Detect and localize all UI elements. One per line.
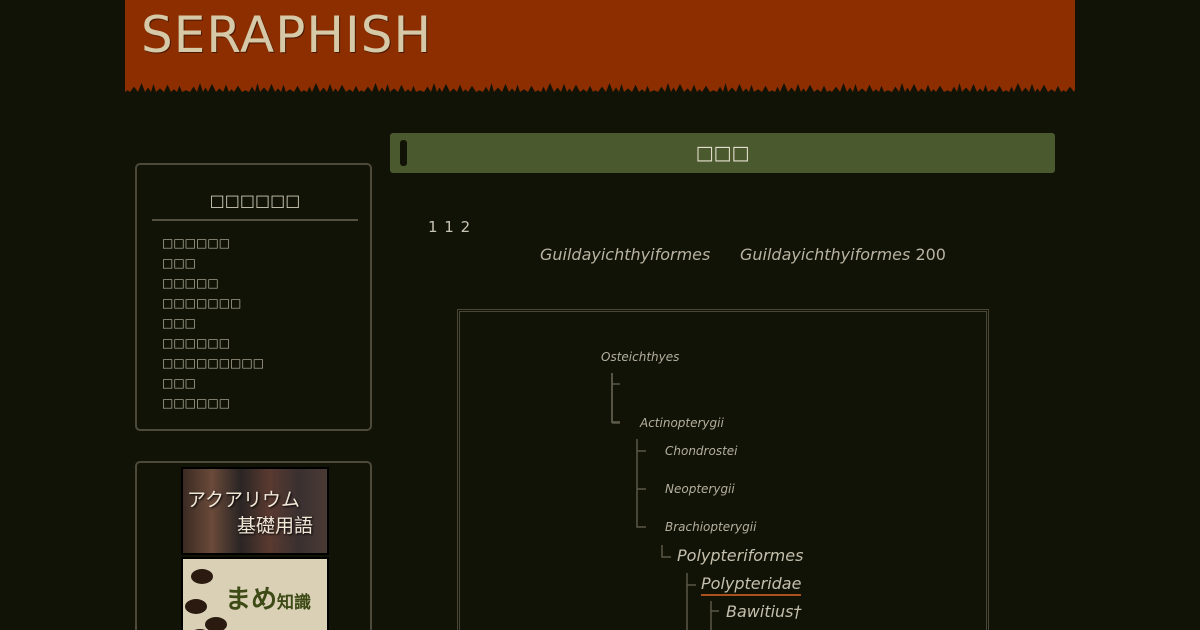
sidebar-banners: アクアリウム 基礎用語 まめ知識 bbox=[135, 461, 372, 630]
site-header: SERAPHISH bbox=[125, 0, 1075, 100]
page-title: □□□ bbox=[695, 142, 750, 164]
tree-node-osteichthyes: Osteichthyes bbox=[601, 350, 680, 364]
sidebar-item-6[interactable]: □□□□□□ bbox=[162, 335, 264, 355]
info-number: 200 bbox=[915, 245, 946, 264]
bean-icon bbox=[191, 569, 213, 584]
tree-node-polypteridae-link[interactable]: Polypteridae bbox=[701, 574, 802, 596]
bean-icon bbox=[185, 599, 207, 614]
sidebar-item-8[interactable]: □□□ bbox=[162, 375, 264, 395]
info-taxon-right: Guildayichthyiformes 200 bbox=[740, 245, 946, 264]
aquarium-glossary-banner-text: アクアリウム 基礎用語 bbox=[187, 487, 313, 539]
bean-knowledge-banner-text: まめ知識 bbox=[225, 579, 311, 616]
intro-text: 1 1 2 bbox=[428, 218, 472, 236]
sidebar-item-4[interactable]: □□□□□□□ bbox=[162, 295, 264, 315]
banner-line-1: アクアリウム bbox=[187, 489, 301, 511]
banner-text-main: まめ bbox=[225, 585, 278, 615]
aquarium-glossary-banner[interactable]: アクアリウム 基礎用語 bbox=[181, 467, 329, 555]
grass-divider bbox=[125, 83, 1075, 100]
taxonomy-tree: Osteichthyes Actinopterygii Chondrostei … bbox=[457, 309, 989, 630]
tree-node-neopterygii: Neopterygii bbox=[665, 482, 735, 496]
info-taxon-left-name: Guildayichthyiformes bbox=[540, 245, 711, 264]
sidebar-item-9[interactable]: □□□□□□ bbox=[162, 395, 264, 415]
tree-node-chondrostei: Chondrostei bbox=[665, 444, 738, 458]
page: SERAPHISH □□□□□□ □□□□□□ □□□ □□□□□ □□□□□□… bbox=[0, 0, 1200, 630]
info-taxon-left: Guildayichthyiformes bbox=[540, 245, 710, 264]
sidebar-menu-title: □□□□□□ bbox=[152, 191, 358, 221]
bean-knowledge-banner[interactable]: まめ知識 bbox=[181, 557, 329, 630]
sidebar-menu: □□□□□□ □□□□□□ □□□ □□□□□ □□□□□□□ □□□ □□□□… bbox=[135, 163, 372, 431]
info-taxon-right-name: Guildayichthyiformes bbox=[740, 245, 911, 264]
sidebar-item-2[interactable]: □□□ bbox=[162, 255, 264, 275]
sidebar-item-1[interactable]: □□□□□□ bbox=[162, 235, 264, 255]
site-logo[interactable]: SERAPHISH bbox=[141, 6, 432, 64]
tree-node-actinopterygii: Actinopterygii bbox=[640, 416, 724, 430]
tree-node-bawitius: Bawitius† bbox=[726, 602, 802, 621]
sidebar-menu-list: □□□□□□ □□□ □□□□□ □□□□□□□ □□□ □□□□□□ □□□□… bbox=[162, 235, 264, 415]
sidebar-item-3[interactable]: □□□□□ bbox=[162, 275, 264, 295]
banner-line-2: 基礎用語 bbox=[237, 515, 314, 537]
page-title-bar: □□□ bbox=[390, 133, 1055, 173]
tree-node-brachiopterygii: Brachiopterygii bbox=[665, 520, 757, 534]
sidebar-item-5[interactable]: □□□ bbox=[162, 315, 264, 335]
sidebar-item-7[interactable]: □□□□□□□□□ bbox=[162, 355, 264, 375]
banner-text-small: 知識 bbox=[277, 593, 312, 613]
tree-node-polypteriformes: Polypteriformes bbox=[677, 546, 804, 565]
bean-icon bbox=[205, 617, 227, 630]
